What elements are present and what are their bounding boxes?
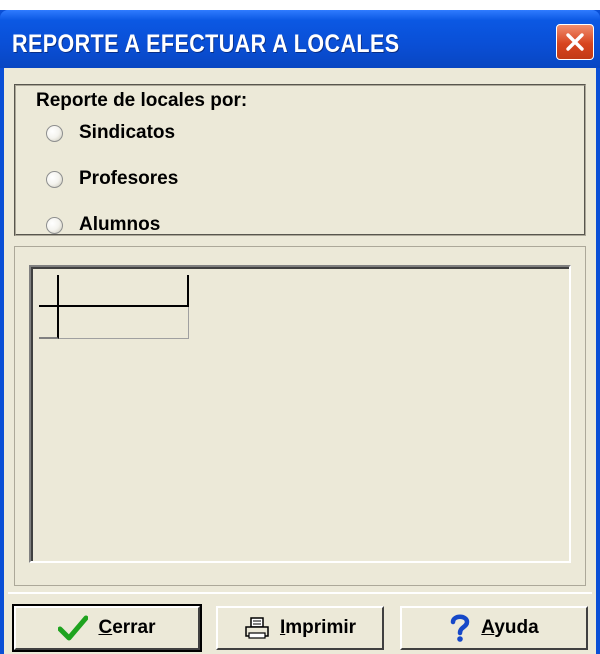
close-icon (566, 33, 584, 51)
check-icon (58, 615, 89, 641)
radio-sindicatos[interactable]: Sindicatos (46, 118, 175, 148)
ayuda-label: Ayuda (481, 617, 539, 638)
radio-alumnos[interactable]: Alumnos (46, 210, 160, 240)
close-button[interactable] (556, 24, 594, 60)
radio-button[interactable] (46, 170, 63, 188)
radio-profesores[interactable]: Profesores (46, 164, 178, 194)
group-legend: Reporte de locales por: (32, 90, 252, 112)
title-bar[interactable]: REPORTE A EFECTUAR A LOCALES (0, 10, 600, 68)
button-bar: Cerrar Imprimir Ayuda (8, 592, 592, 652)
cerrar-button[interactable]: Cerrar (12, 604, 202, 652)
report-window: REPORTE A EFECTUAR A LOCALES Reporte de … (0, 10, 600, 654)
radio-label: Profesores (79, 168, 179, 189)
question-icon (449, 613, 471, 643)
report-type-group: Reporte de locales por: Sindicatos Profe… (14, 84, 586, 236)
results-panel (14, 246, 586, 586)
radio-button[interactable] (46, 216, 63, 234)
ayuda-button[interactable]: Ayuda (400, 606, 588, 650)
radio-label: Sindicatos (79, 122, 176, 143)
printer-icon (244, 616, 270, 640)
grid-row-header[interactable] (39, 307, 59, 339)
grid-frame (31, 267, 569, 561)
dialog-client-area: Reporte de locales por: Sindicatos Profe… (4, 68, 596, 654)
grid-corner-cell[interactable] (39, 275, 59, 307)
radio-label: Alumnos (79, 214, 161, 235)
window-title: REPORTE A EFECTUAR A LOCALES (12, 30, 400, 58)
grid-column-header[interactable] (59, 275, 189, 307)
imprimir-button[interactable]: Imprimir (216, 606, 384, 650)
cerrar-label: Cerrar (98, 617, 156, 638)
radio-button[interactable] (46, 124, 63, 142)
imprimir-label: Imprimir (279, 617, 357, 638)
grid-cell[interactable] (59, 307, 189, 339)
results-grid[interactable] (29, 265, 571, 563)
